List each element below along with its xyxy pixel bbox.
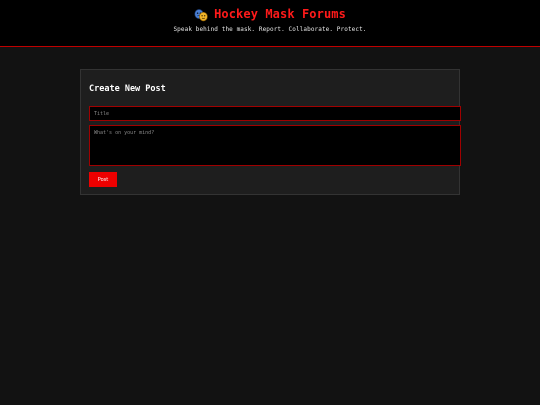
create-post-heading: Create New Post xyxy=(89,84,166,94)
site-title: Hockey Mask Forums xyxy=(214,7,346,21)
site-tagline: Speak behind the mask. Report. Collabora… xyxy=(173,26,367,33)
post-title-input[interactable] xyxy=(89,106,461,121)
brand: Hockey Mask Forums xyxy=(0,7,540,22)
create-post-card: Create New Post Post xyxy=(80,69,461,195)
post-body-textarea[interactable] xyxy=(89,125,461,166)
theater-masks-icon xyxy=(194,7,208,22)
post-button[interactable]: Post xyxy=(89,172,117,187)
site-header: Hockey Mask Forums Speak behind the mask… xyxy=(0,0,540,47)
